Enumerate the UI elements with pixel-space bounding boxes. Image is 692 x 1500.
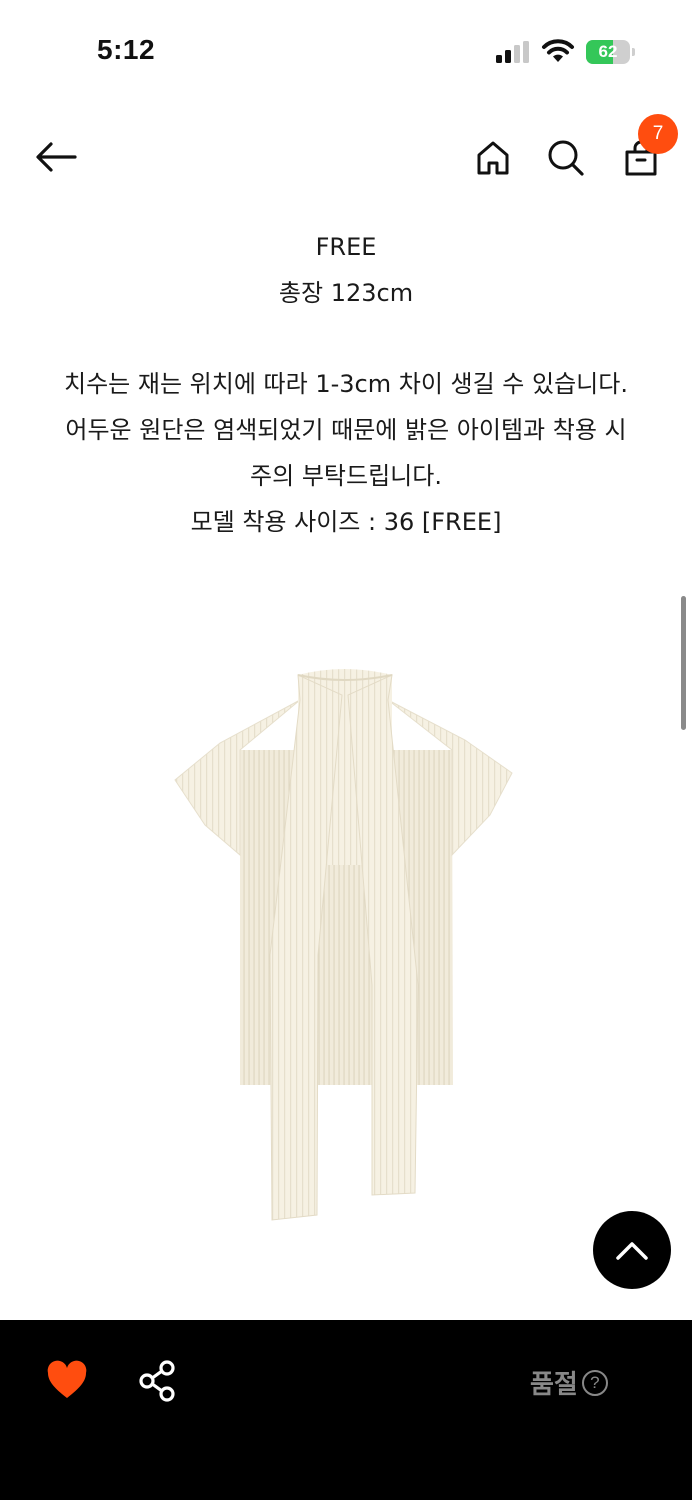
fabric-note: 어두운 원단은 염색되었기 때문에 밝은 아이템과 착용 시 (65, 416, 627, 444)
status-time: 5:12 (97, 34, 156, 65)
question-circle-icon[interactable]: ? (581, 1369, 608, 1396)
measurement-note: 치수는 재는 위치에 따라 1-3cm 차이 생길 수 있습니다. (64, 370, 628, 398)
status-bar: 5:12 62 (0, 0, 692, 100)
scroll-indicator[interactable] (681, 596, 686, 730)
scroll-to-top-button[interactable] (593, 1211, 671, 1289)
search-icon (548, 140, 584, 176)
model-size: 모델 착용 사이즈 : 36 [FREE] (190, 508, 502, 536)
back-arrow-icon (36, 142, 77, 172)
cart-count-badge: 7 (638, 114, 678, 154)
chevron-up-icon (616, 1242, 648, 1260)
product-image (174, 669, 513, 1221)
back-button[interactable] (30, 135, 82, 179)
battery-level: 62 (598, 42, 618, 61)
soldout-label: 품절 (530, 1370, 578, 1400)
fabric-note-cont: 주의 부탁드립니다. (250, 462, 442, 490)
share-icon[interactable] (138, 1360, 178, 1402)
soldout-status[interactable]: 품절 ? (530, 1364, 608, 1401)
battery-icon: 62 (586, 40, 636, 64)
top-navigation (0, 110, 692, 200)
size-label: FREE (315, 233, 377, 261)
total-length: 총장 123cm (278, 279, 414, 307)
home-icon (477, 141, 509, 175)
home-button[interactable] (470, 135, 516, 181)
search-button[interactable] (543, 135, 589, 181)
cellular-signal-icon (496, 41, 529, 63)
heart-icon[interactable] (46, 1360, 88, 1402)
bottom-action-bar: 품절 ? (0, 1320, 692, 1500)
wifi-icon (542, 39, 574, 62)
